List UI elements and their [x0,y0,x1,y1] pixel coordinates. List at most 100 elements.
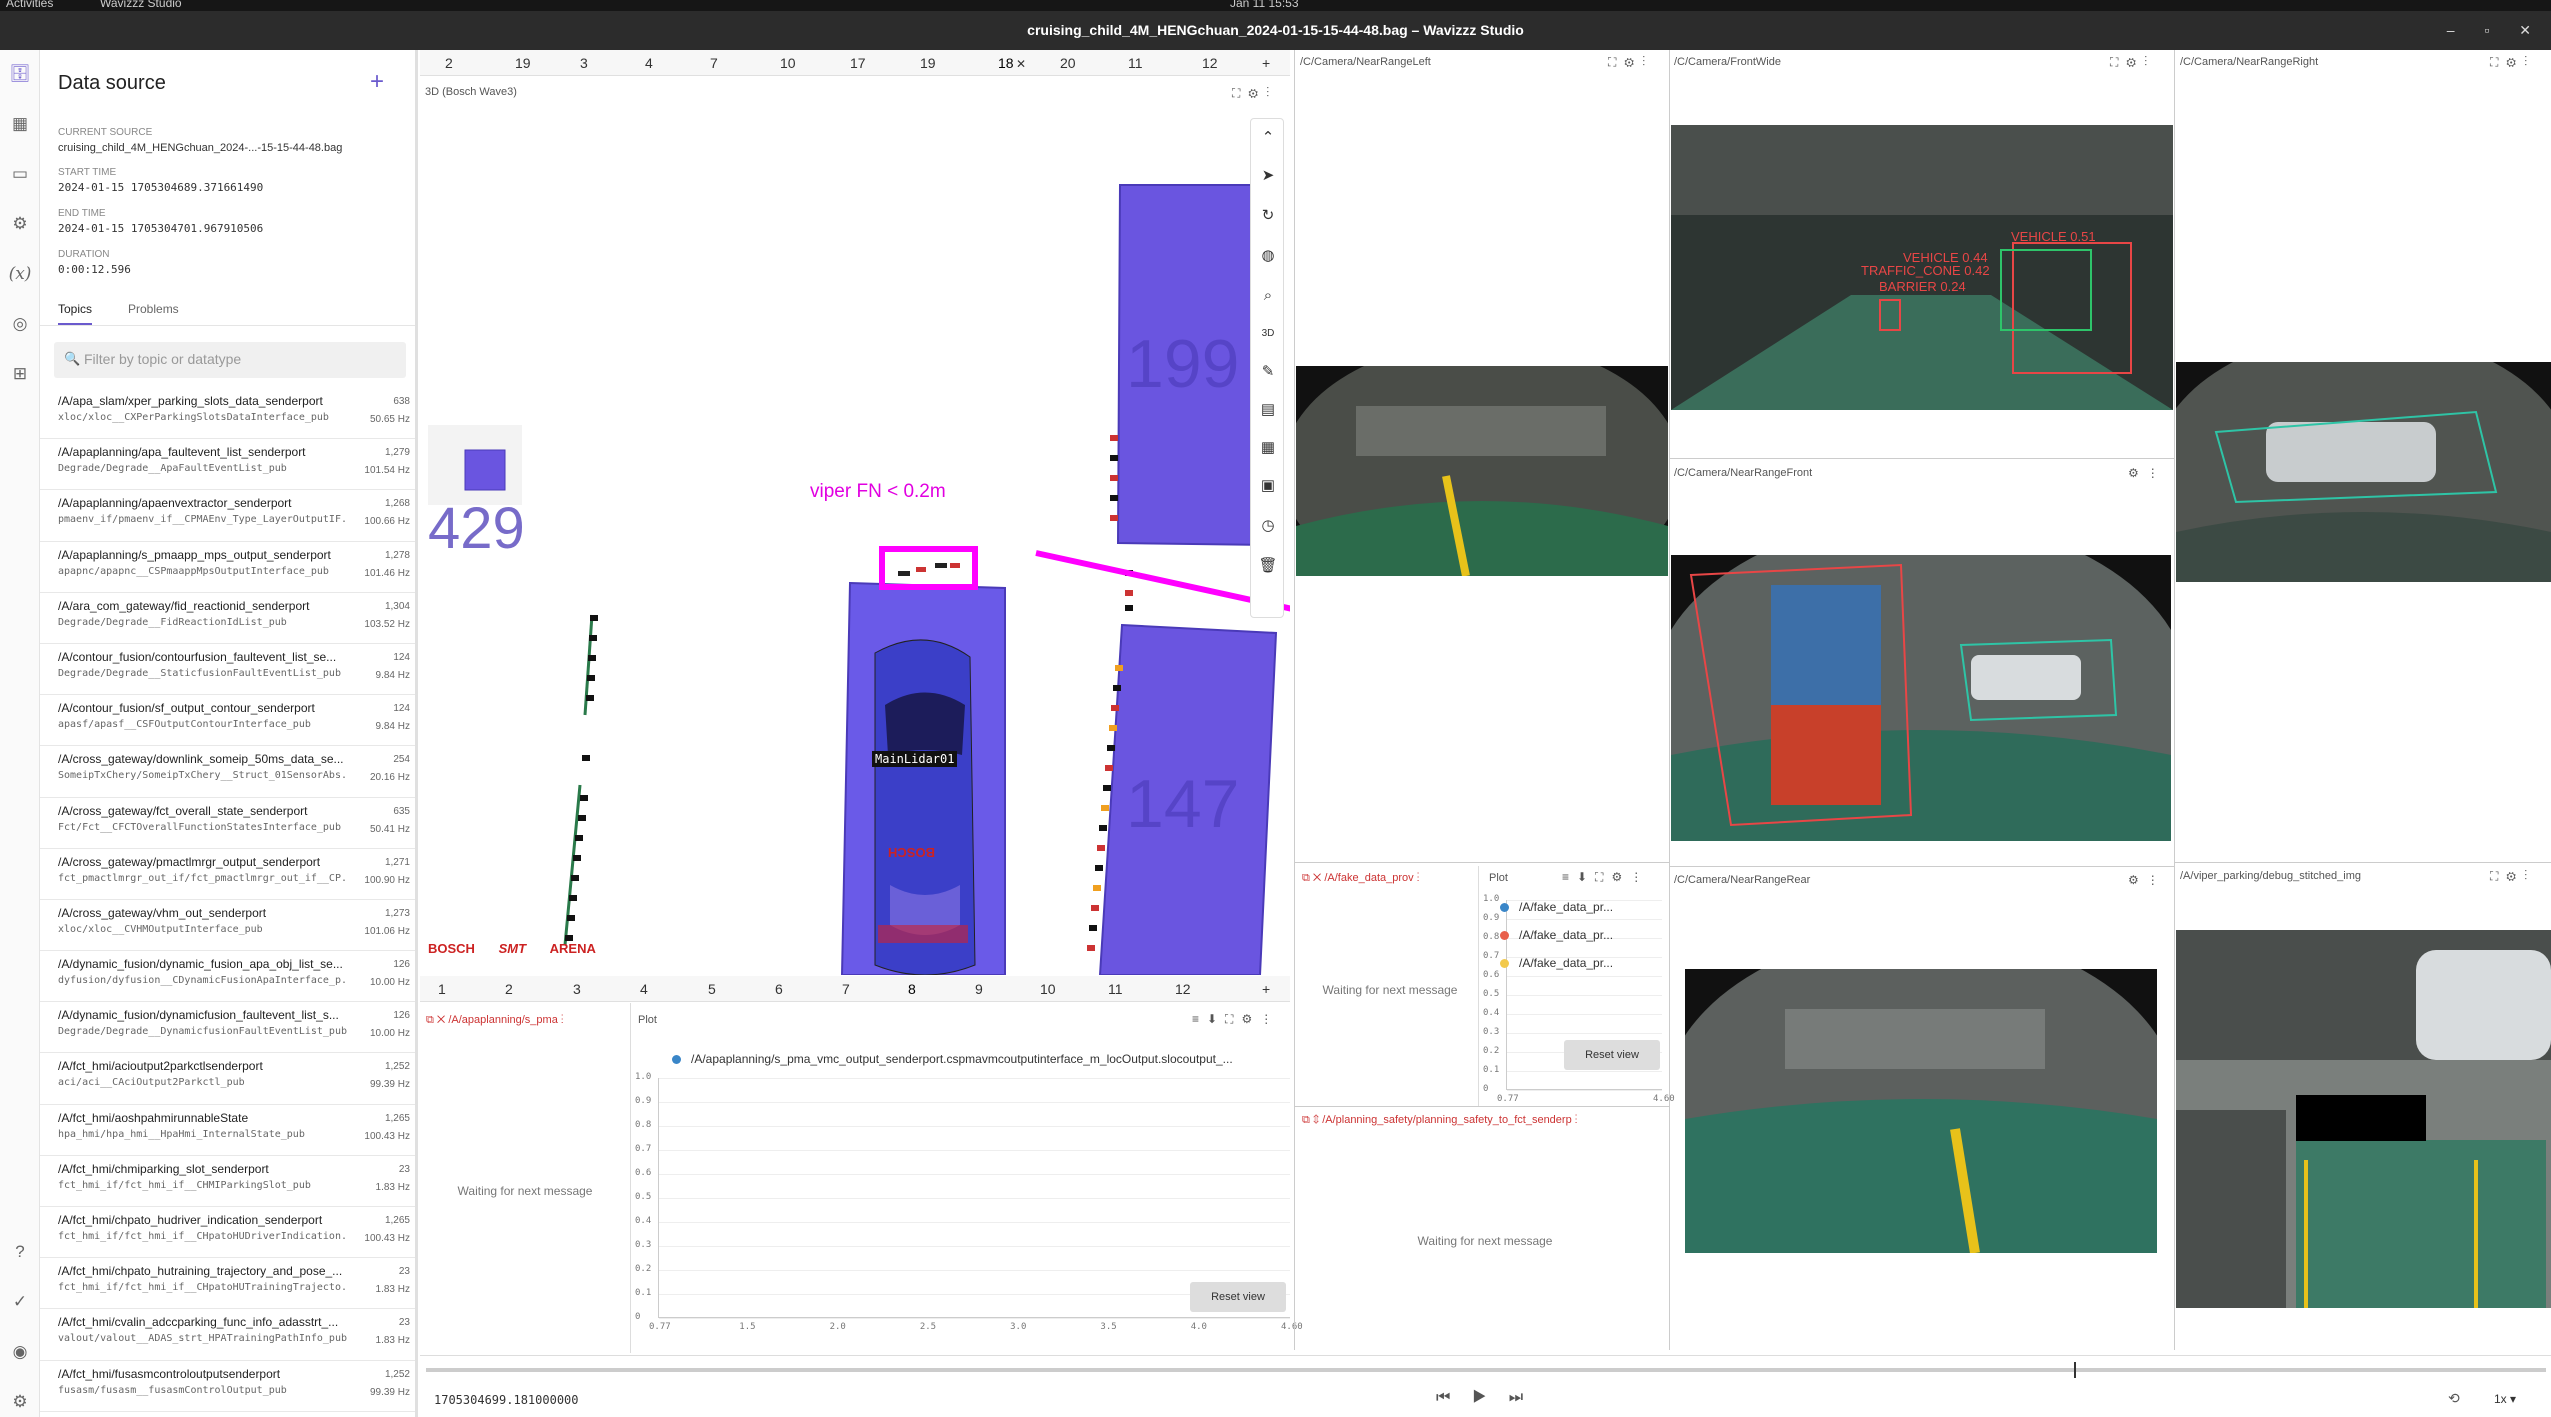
check-icon[interactable]: ✓ [8,1290,32,1314]
layout-tab[interactable]: 3 [573,981,581,997]
topic-item[interactable]: /A/fct_hmi/chmiparking_slot_senderport f… [40,1156,417,1207]
topic-item[interactable]: /A/dynamic_fusion/dynamic_fusion_apa_obj… [40,951,417,1003]
view3d-canvas[interactable]: viper FN < 0.2m 429 199 147 MainLidar01 … [420,105,1290,975]
layout-tab[interactable]: 2 [505,981,513,997]
stitched-actions[interactable]: ⛶⚙⋮ [2490,869,2535,884]
spma-topic[interactable]: /A/apaplanning/s_pma [448,1014,557,1026]
playback-timeline[interactable] [426,1362,2546,1378]
cam-near-left-actions[interactable]: ⛶⚙⋮ [1608,55,1653,70]
topic-item[interactable]: /A/contour_fusion/contourfusion_faulteve… [40,644,417,696]
layout-tab[interactable]: 7 [710,55,718,71]
layout-tab[interactable]: 1 [438,981,446,997]
layout-tab[interactable]: 19 [920,55,936,71]
play-icon[interactable]: ▶ [1472,1389,1508,1406]
add-tab-button[interactable]: + [1262,55,1270,71]
panel-icon[interactable]: ▭ [8,162,32,186]
cam-front-wide-image[interactable]: VEHICLE 0.44 TRAFFIC_CONE 0.42 BARRIER 0… [1671,125,2173,410]
help-icon[interactable]: ? [8,1240,32,1264]
cam-front-wide-actions[interactable]: ⛶⚙⋮ [2110,55,2155,70]
sidebar-scrollbar[interactable] [415,50,418,1417]
clock-icon[interactable]: ◷ [1251,509,1285,543]
view3d-panel-actions[interactable]: ⛶⚙⋮ [1232,86,1277,101]
layout-tab[interactable]: 10 [1040,981,1056,997]
topic-item[interactable]: /A/dynamic_fusion/dynamicfusion_faulteve… [40,1002,417,1054]
cam-near-front-actions[interactable]: ⚙⋮ [2128,466,2167,480]
topic-item[interactable]: /A/cross_gateway/vhm_out_senderport xloc… [40,900,417,952]
layout-tab[interactable]: 6 [775,981,783,997]
playback-cursor[interactable] [2074,1362,2076,1378]
topic-item[interactable]: /A/cross_gateway/pmactlmrgr_output_sende… [40,849,417,900]
layout-tab[interactable]: 4 [640,981,648,997]
settings-panel-icon[interactable]: ⚙ [8,212,32,236]
zoom-icon[interactable]: ⌕ [1251,279,1285,313]
topic-item[interactable]: /A/apaplanning/apaenvextractor_senderpor… [40,490,417,542]
layout-tab[interactable]: 12 [1202,55,1218,71]
topic-filter-input[interactable]: 🔍 Filter by topic or datatype [54,342,406,378]
collapse-icon[interactable]: ⌃ [1251,121,1285,155]
cam-near-rear-actions[interactable]: ⚙⋮ [2128,873,2167,887]
mouse-icon[interactable]: ◍ [1251,239,1285,273]
topic-item[interactable]: /A/cross_gateway/downlink_someip_50ms_da… [40,746,417,798]
safety-topic[interactable]: /A/planning_safety/planning_safety_to_fc… [1322,1114,1572,1126]
topic-item[interactable]: /A/fct_hmi/acioutput2parkctlsenderport a… [40,1053,417,1105]
tab-problems[interactable]: Problems [128,302,179,316]
cam-near-rear-image[interactable] [1685,969,2157,1253]
layout-tab[interactable]: 11 [1128,55,1143,71]
delete-icon[interactable]: 🗑 [1251,549,1285,583]
app-menu[interactable]: Wavizzz Studio [100,0,182,10]
fake-topic[interactable]: /A/fake_data_prov [1324,872,1413,884]
data-source-icon[interactable]: 🗄 [8,62,32,86]
grid-icon[interactable]: ▦ [1251,431,1285,465]
ruler-icon[interactable]: ✎ [1251,355,1285,389]
layout-tab[interactable]: 17 [850,55,866,71]
topic-item[interactable]: /A/ara_com_gateway/fid_reactionid_sender… [40,593,417,644]
layout-tab[interactable]: 2 [445,55,453,71]
playback-speed[interactable]: 1x ▾ [2494,1392,2516,1406]
rotate-icon[interactable]: ↻ [1251,199,1285,233]
topic-item[interactable]: /A/fct_hmi/cvalin_adccparking_func_info_… [40,1309,417,1361]
select-icon[interactable]: ➤ [1251,159,1285,193]
layout-tab[interactable]: 4 [645,55,653,71]
topic-item[interactable]: /A/fct_hmi/fusasmcontroloutputsenderport… [40,1361,417,1412]
close-icon[interactable]: ✕ [2519,22,2531,38]
layout-tab[interactable]: 5 [708,981,716,997]
topic-item[interactable]: /A/fct_hmi/chpato_hudriver_indication_se… [40,1207,417,1259]
step-forward-icon[interactable]: ⏭ [1509,1389,1545,1406]
stitched-image[interactable] [2176,930,2551,1308]
layout-icon[interactable]: ▦ [8,112,32,136]
topic-item[interactable]: /A/apaplanning/apa_faultevent_list_sende… [40,439,417,491]
plot-small-legend-item[interactable]: /A/fake_data_pr... [1500,928,1613,942]
add-tab-button[interactable]: + [1262,981,1270,997]
plot-main-actions[interactable]: ≡⬇⛶⚙⋮ [1192,1012,1280,1027]
topic-item[interactable]: /A/apaplanning/s_pmaapp_mps_output_sende… [40,542,417,593]
cam-near-right-actions[interactable]: ⛶⚙⋮ [2490,55,2535,70]
layout-tab[interactable]: 19 [515,55,531,71]
extensions-icon[interactable]: ⊞ [8,362,32,386]
account-icon[interactable]: ◉ [8,1340,32,1364]
layout-tab[interactable]: 8 [908,981,916,997]
cam-near-left-image[interactable] [1296,366,1668,576]
activities-button[interactable]: Activities [6,0,53,10]
plot-small-actions[interactable]: ≡⬇⛶⚙⋮ [1562,870,1650,885]
plot-small-legend-item[interactable]: /A/fake_data_pr... [1500,900,1613,914]
3d-toggle-icon[interactable]: 3D [1251,317,1285,351]
minimize-icon[interactable]: – [2447,22,2455,38]
topic-item[interactable]: /A/apa_slam/xper_parking_slots_data_send… [40,388,417,440]
add-source-button[interactable]: + [370,68,384,96]
topic-item[interactable]: /A/fct_hmi/aoshpahmirunnableState hpa_hm… [40,1105,417,1156]
cam-near-front-image[interactable] [1671,555,2171,841]
layout-tab[interactable]: 12 [1175,981,1191,997]
maximize-icon[interactable]: ▫ [2484,22,2489,38]
loop-icon[interactable]: ⟲ [2448,1390,2460,1407]
plot-small-legend-item[interactable]: /A/fake_data_pr... [1500,956,1613,970]
variables-icon[interactable]: (x) [8,262,32,286]
layout-tab[interactable]: 7 [842,981,850,997]
layout-tab[interactable]: 10 [780,55,796,71]
tab-topics[interactable]: Topics [58,302,93,325]
layout-tab[interactable]: 11 [1108,981,1123,997]
layout-tab[interactable]: 18 [998,55,1014,71]
cam-near-right-image[interactable] [2176,362,2551,582]
layers-icon[interactable]: ▣ [1251,469,1285,503]
plot-main-reset-button[interactable]: Reset view [1190,1282,1286,1312]
topic-item[interactable]: /A/cross_gateway/fct_overall_state_sende… [40,798,417,849]
